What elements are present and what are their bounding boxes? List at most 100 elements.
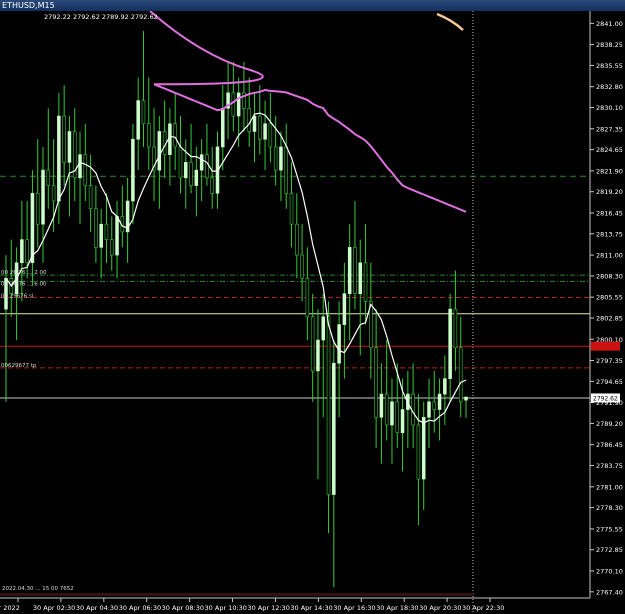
level-label-b: 00 26 76 ... 6 00 bbox=[1, 281, 47, 287]
candle-body bbox=[326, 316, 331, 495]
window-titlebar[interactable]: ETHUSD,M15 bbox=[0, 0, 625, 11]
candle-body bbox=[316, 339, 320, 372]
time-tick-label: 30 Apr 12:30 bbox=[247, 604, 289, 612]
price-tick-label: 2830.10 bbox=[596, 104, 623, 112]
candle-body bbox=[400, 409, 405, 434]
candle-body bbox=[131, 138, 135, 202]
candle-body bbox=[178, 146, 183, 179]
candle-body bbox=[390, 401, 394, 426]
candle-body bbox=[337, 324, 341, 364]
candle-body bbox=[464, 396, 468, 401]
candle-body bbox=[210, 177, 214, 194]
price-tick-label: 2813.75 bbox=[596, 230, 623, 238]
price-chart[interactable]: 00 26 76 ... 2 00 00 26 76 ... 6 00 00 296… bbox=[0, 0, 625, 614]
candle-body bbox=[263, 123, 267, 140]
candle-body bbox=[78, 154, 82, 179]
price-tick-label: 2781.00 bbox=[596, 483, 623, 491]
candle-body bbox=[300, 254, 304, 279]
candle-body bbox=[199, 154, 204, 171]
candle-body bbox=[305, 277, 310, 318]
candle-body bbox=[30, 192, 35, 264]
indicator-readout: 2022.04.30 ... 15 00 7652 bbox=[2, 586, 74, 592]
red-level-tag-bg bbox=[591, 341, 620, 351]
candle-body bbox=[67, 131, 72, 163]
candle-body bbox=[99, 223, 103, 248]
candle-body bbox=[448, 308, 452, 379]
candle-body bbox=[46, 169, 51, 186]
candle-body bbox=[332, 362, 336, 495]
candle-body bbox=[147, 123, 151, 148]
price-tick-label: 2770.10 bbox=[596, 567, 623, 575]
candle-body bbox=[268, 123, 273, 148]
candle-body bbox=[384, 393, 389, 426]
candle-body bbox=[437, 393, 442, 410]
price-tick-label: 2789.20 bbox=[596, 420, 623, 428]
candle-body bbox=[173, 123, 177, 148]
price-tick-label: 2841.00 bbox=[596, 20, 623, 28]
candle-body bbox=[20, 239, 24, 264]
candle-body bbox=[347, 247, 352, 294]
candle-body bbox=[379, 393, 384, 418]
candle-body bbox=[136, 100, 140, 140]
candle-body bbox=[189, 162, 193, 186]
candle-body bbox=[432, 401, 437, 410]
time-tick-label: 30 Apr 06:30 bbox=[119, 604, 161, 612]
price-tick-label: 2819.20 bbox=[596, 188, 623, 196]
price-tick-label: 2827.35 bbox=[596, 125, 623, 133]
candle-body bbox=[62, 115, 66, 163]
candle-body bbox=[310, 316, 315, 372]
price-tick-label: 2824.65 bbox=[596, 146, 623, 154]
candle-body bbox=[358, 262, 363, 294]
candle-body bbox=[374, 347, 378, 418]
bid-price-tag: 2792.62 bbox=[593, 395, 618, 402]
price-tick-label: 2767.40 bbox=[596, 588, 623, 596]
candle-body bbox=[321, 316, 325, 341]
level-label-a: 00 26 76 ... 2 00 bbox=[1, 270, 47, 276]
price-tick-label: 2805.55 bbox=[596, 294, 623, 302]
price-tick-label: 2794.65 bbox=[596, 378, 623, 386]
time-tick-label: 30 Apr 16:30 bbox=[333, 604, 375, 612]
time-tick-label: 30 Apr 04:30 bbox=[76, 604, 118, 612]
price-tick-label: 2821.90 bbox=[596, 167, 623, 175]
candle-body bbox=[231, 92, 236, 117]
time-tick-label: 30 Apr 18:30 bbox=[376, 604, 418, 612]
price-tick-label: 2835.55 bbox=[596, 62, 623, 70]
time-tick-label: 30 Apr 10:30 bbox=[205, 604, 247, 612]
candle-body bbox=[284, 146, 288, 194]
candle-body bbox=[363, 262, 368, 302]
candle-body bbox=[184, 162, 188, 179]
candle-body bbox=[109, 239, 114, 256]
price-tick-label: 2775.55 bbox=[596, 525, 623, 533]
candle-body bbox=[416, 424, 421, 480]
candle-body bbox=[421, 416, 426, 480]
time-tick-label: 30 Apr 22:30 bbox=[462, 604, 504, 612]
candle-body bbox=[25, 239, 29, 264]
window-title: ETHUSD,M15 bbox=[2, 1, 55, 10]
candle-body bbox=[453, 308, 458, 349]
candle-body bbox=[289, 192, 294, 225]
candle-body bbox=[141, 100, 146, 125]
candle-body bbox=[247, 108, 251, 132]
candle-body bbox=[88, 185, 93, 210]
candle-body bbox=[353, 247, 357, 294]
price-tick-label: 2772.85 bbox=[596, 546, 623, 554]
level-label-sl: 00 29676 sl bbox=[1, 294, 34, 300]
time-tick-label: 30 Apr 20:30 bbox=[419, 604, 461, 612]
candle-body bbox=[51, 185, 56, 202]
candle-body bbox=[221, 108, 225, 148]
candle-body bbox=[395, 401, 400, 434]
price-tick-label: 2808.30 bbox=[596, 272, 623, 280]
candle-body bbox=[57, 115, 61, 202]
candle-body bbox=[205, 154, 209, 179]
candle-body bbox=[252, 115, 257, 132]
candle-body bbox=[41, 169, 45, 225]
price-tick-label: 2811.00 bbox=[596, 252, 623, 260]
candle-body bbox=[194, 169, 199, 186]
candle-body bbox=[157, 131, 162, 171]
price-tick-label: 2838.25 bbox=[596, 41, 623, 49]
candle-body bbox=[273, 146, 278, 171]
candle-body bbox=[236, 92, 241, 117]
candle-body bbox=[35, 192, 40, 225]
price-tick-label: 2802.85 bbox=[596, 315, 623, 323]
ohlc-readout: 2792.22 2792.62 2789.92 2792.62 bbox=[44, 13, 158, 21]
